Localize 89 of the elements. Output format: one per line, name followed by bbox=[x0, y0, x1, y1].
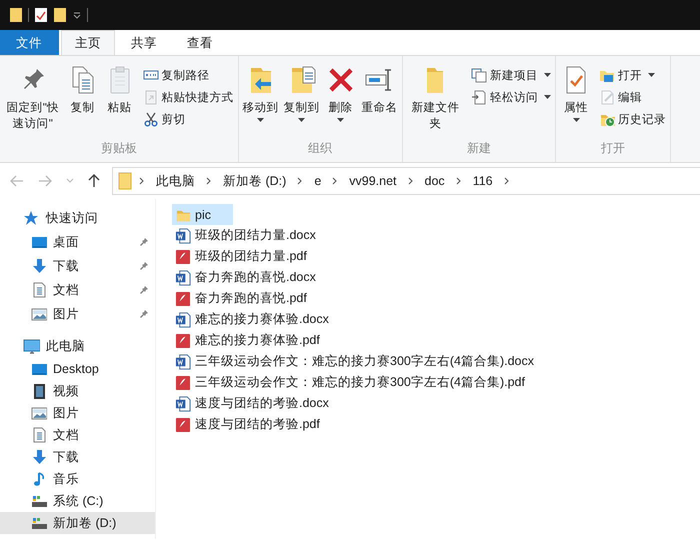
download-icon bbox=[31, 258, 47, 274]
pdf-file-icon bbox=[175, 332, 191, 348]
drive-icon bbox=[31, 515, 47, 531]
pdf-file-icon bbox=[175, 416, 191, 432]
file-item[interactable]: 班级的团结力量.docx bbox=[172, 225, 322, 246]
picture-icon bbox=[31, 405, 47, 421]
file-item[interactable]: 速度与团结的考验.docx bbox=[172, 393, 335, 414]
nav-item[interactable]: 图片 bbox=[0, 302, 155, 326]
pen-page-icon bbox=[599, 89, 615, 105]
ribbon-tab[interactable]: 文件 bbox=[0, 30, 59, 55]
breadcrumb-item[interactable]: 新加卷 (D:) bbox=[219, 172, 290, 190]
file-item[interactable]: 班级的团结力量.pdf bbox=[172, 246, 313, 267]
breadcrumb-item[interactable]: e bbox=[310, 174, 326, 188]
desktop-icon bbox=[31, 361, 47, 377]
music-note-icon bbox=[31, 471, 47, 487]
nav-item[interactable]: 音乐 bbox=[0, 468, 155, 490]
nav-item[interactable]: 桌面 bbox=[0, 230, 155, 254]
folder-icon bbox=[118, 172, 132, 190]
document-icon bbox=[31, 282, 47, 298]
nav-item[interactable]: 新加卷 (D:) bbox=[0, 512, 155, 534]
file-item[interactable]: pic bbox=[172, 204, 233, 225]
word-file-icon bbox=[175, 354, 191, 370]
document-icon bbox=[31, 427, 47, 443]
ribbon-button[interactable]: 新建项目 bbox=[469, 64, 553, 86]
group-label: 组织 bbox=[308, 140, 332, 157]
star-icon bbox=[23, 210, 40, 226]
clipboard-icon bbox=[142, 89, 158, 105]
group-label: 打开 bbox=[601, 140, 625, 157]
nav-item[interactable]: 系统 (C:) bbox=[0, 490, 155, 512]
caret-icon[interactable] bbox=[72, 10, 82, 20]
file-item[interactable]: 奋力奔跑的喜悦.docx bbox=[172, 267, 322, 288]
pdf-file-icon bbox=[175, 290, 191, 306]
pdf-file-icon bbox=[175, 248, 191, 264]
folder-icon[interactable] bbox=[53, 7, 67, 23]
nav-item[interactable]: 快速访问 bbox=[0, 206, 155, 230]
nav-item[interactable]: 文档 bbox=[0, 278, 155, 302]
ribbon-button[interactable]: 复制 bbox=[64, 64, 100, 116]
ribbon-button[interactable]: 属性 bbox=[558, 64, 594, 122]
ribbon-button[interactable]: 新建文件夹 bbox=[404, 64, 466, 132]
folder-icon[interactable] bbox=[9, 7, 23, 23]
picture-icon bbox=[31, 306, 47, 322]
drive-icon bbox=[31, 493, 47, 509]
breadcrumb-item[interactable]: 此电脑 bbox=[152, 172, 199, 190]
file-item[interactable]: 难忘的接力赛体验.docx bbox=[172, 309, 335, 330]
ribbon-button[interactable]: 复制路径 bbox=[140, 64, 236, 86]
file-item[interactable]: 三年级运动会作文：难忘的接力赛300字左右(4篇合集).pdf bbox=[172, 372, 531, 393]
nav-item[interactable]: 此电脑 bbox=[0, 334, 155, 358]
nav-item[interactable]: 下载 bbox=[0, 446, 155, 468]
nav-item[interactable]: 图片 bbox=[0, 402, 155, 424]
pdf-file-icon bbox=[175, 374, 191, 390]
page-arrow-icon bbox=[471, 89, 487, 105]
ribbon-button[interactable]: 历史记录 bbox=[597, 108, 668, 130]
film-icon bbox=[31, 383, 47, 399]
group-label: 剪贴板 bbox=[100, 140, 137, 157]
word-file-icon bbox=[175, 312, 191, 328]
ribbon-tab[interactable]: 主页 bbox=[61, 30, 115, 55]
word-file-icon bbox=[175, 228, 191, 244]
check-page-icon[interactable] bbox=[34, 7, 48, 23]
desktop-icon bbox=[31, 234, 47, 250]
breadcrumb-item[interactable]: 116 bbox=[468, 174, 497, 188]
file-item[interactable]: 奋力奔跑的喜悦.pdf bbox=[172, 288, 313, 309]
up-arrow-icon[interactable] bbox=[88, 174, 100, 188]
ribbon-tab[interactable]: 查看 bbox=[173, 30, 227, 55]
file-item[interactable]: 难忘的接力赛体验.pdf bbox=[172, 330, 326, 351]
ribbon-tab[interactable]: 共享 bbox=[117, 30, 171, 55]
group-label: 新建 bbox=[466, 140, 491, 157]
nav-item[interactable]: 文档 bbox=[0, 424, 155, 446]
nav-item[interactable]: 视频 bbox=[0, 380, 155, 402]
ribbon-button[interactable]: 剪切 bbox=[140, 108, 236, 130]
scissors-icon bbox=[142, 111, 158, 127]
ribbon-button[interactable]: 移动到 bbox=[240, 64, 280, 122]
ribbon-button[interactable]: 复制到 bbox=[282, 64, 322, 122]
breadcrumb-item[interactable]: vv99.net bbox=[345, 174, 401, 188]
computer-icon bbox=[23, 338, 40, 354]
file-item[interactable]: 速度与团结的考验.pdf bbox=[172, 414, 326, 435]
download-icon bbox=[31, 449, 47, 465]
breadcrumb-item[interactable]: doc bbox=[420, 174, 449, 188]
ribbon-button[interactable]: 固定到"快速访问" bbox=[2, 64, 64, 132]
ribbon-button[interactable]: 删除 bbox=[322, 64, 358, 122]
file-item[interactable]: 三年级运动会作文：难忘的接力赛300字左右(4篇合集).docx bbox=[172, 351, 540, 372]
ribbon-button[interactable]: 打开 bbox=[597, 64, 668, 86]
word-file-icon bbox=[175, 270, 191, 286]
ribbon-button[interactable]: 轻松访问 bbox=[469, 86, 553, 108]
word-file-icon bbox=[175, 396, 191, 412]
nav-item[interactable]: Desktop bbox=[0, 358, 155, 380]
address-bar[interactable]: 此电脑 新加卷 (D:) e vv99.net doc 116 bbox=[112, 167, 700, 195]
nav-item[interactable]: 下载 bbox=[0, 254, 155, 278]
new-item-icon bbox=[471, 67, 487, 83]
ribbon-button[interactable]: 重命名 bbox=[360, 64, 400, 116]
